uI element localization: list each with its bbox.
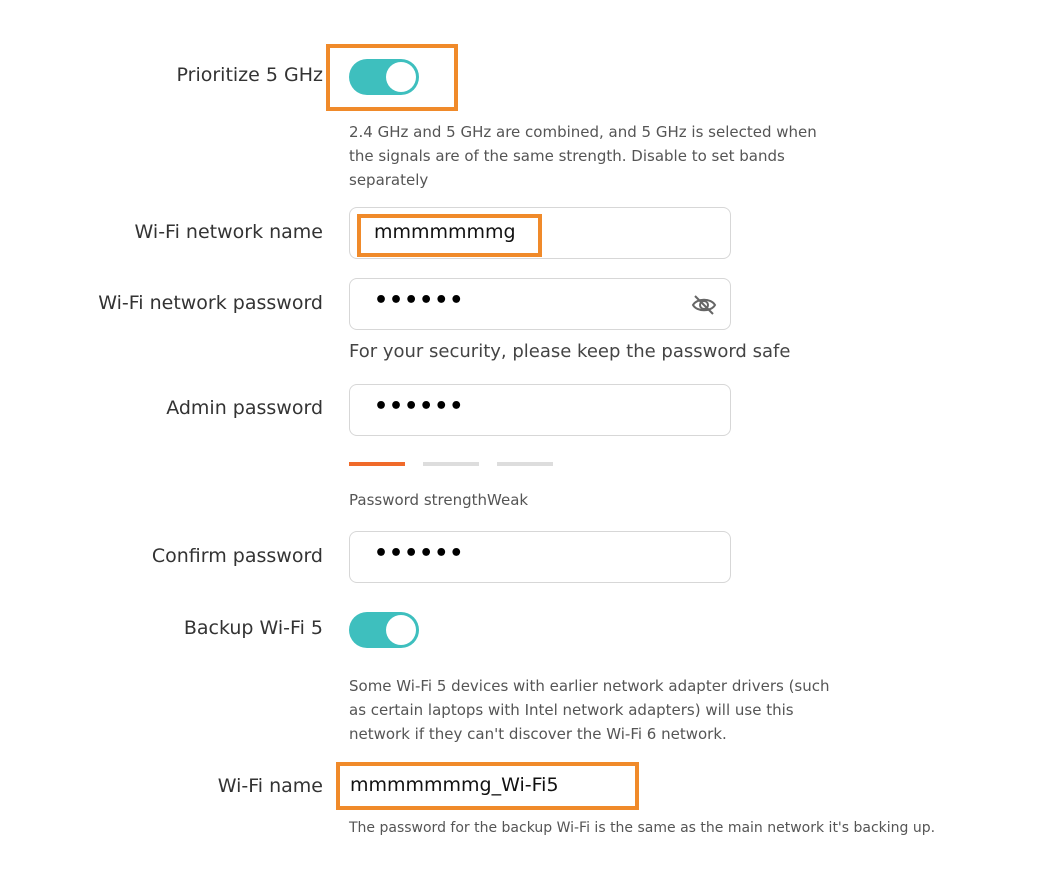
eye-slash-icon[interactable] xyxy=(690,293,718,317)
strength-bar-1 xyxy=(349,462,405,466)
wifi-password-label: Wi-Fi network password xyxy=(98,292,323,314)
backup-help-line: network if they can't discover the Wi-Fi… xyxy=(349,725,727,743)
backup-help-line: as certain laptops with Intel network ad… xyxy=(349,701,794,719)
backup-help-text: Some Wi-Fi 5 devices with earlier networ… xyxy=(349,674,830,746)
admin-password-input[interactable]: •••••• xyxy=(349,384,731,436)
strength-bar-2 xyxy=(423,462,479,466)
wifi-password-help: For your security, please keep the passw… xyxy=(349,341,791,362)
wifi-password-input[interactable]: •••••• xyxy=(349,278,731,330)
prioritize-help-line: the signals are of the same strength. Di… xyxy=(349,147,785,165)
password-strength-text: Password strengthWeak xyxy=(349,491,529,509)
wifi-name-highlight xyxy=(357,214,542,257)
backup-wifi5-toggle[interactable] xyxy=(349,612,419,648)
prioritize-help-line: 2.4 GHz and 5 GHz are combined, and 5 GH… xyxy=(349,123,817,141)
admin-password-label: Admin password xyxy=(166,397,323,419)
backup-wifi-name-highlight xyxy=(336,762,639,810)
backup-wifi5-label: Backup Wi-Fi 5 xyxy=(183,617,323,639)
strength-bar-3 xyxy=(497,462,553,466)
wifi-name-label: Wi-Fi network name xyxy=(134,221,323,243)
confirm-password-input[interactable]: •••••• xyxy=(349,531,731,583)
admin-password-value: •••••• xyxy=(374,394,465,419)
backup-wifi-name-help: The password for the backup Wi-Fi is the… xyxy=(349,820,936,836)
prioritize-help-text: 2.4 GHz and 5 GHz are combined, and 5 GH… xyxy=(349,120,817,192)
prioritize-help-line: separately xyxy=(349,171,429,189)
backup-help-line: Some Wi-Fi 5 devices with earlier networ… xyxy=(349,677,830,695)
prioritize-5ghz-label: Prioritize 5 GHz xyxy=(176,64,323,86)
confirm-password-value: •••••• xyxy=(374,541,465,566)
prioritize-toggle-highlight xyxy=(326,44,458,111)
toggle-knob xyxy=(386,615,416,645)
confirm-password-label: Confirm password xyxy=(151,545,323,567)
backup-wifi-name-label: Wi-Fi name xyxy=(217,775,323,797)
wifi-password-value: •••••• xyxy=(374,288,465,313)
